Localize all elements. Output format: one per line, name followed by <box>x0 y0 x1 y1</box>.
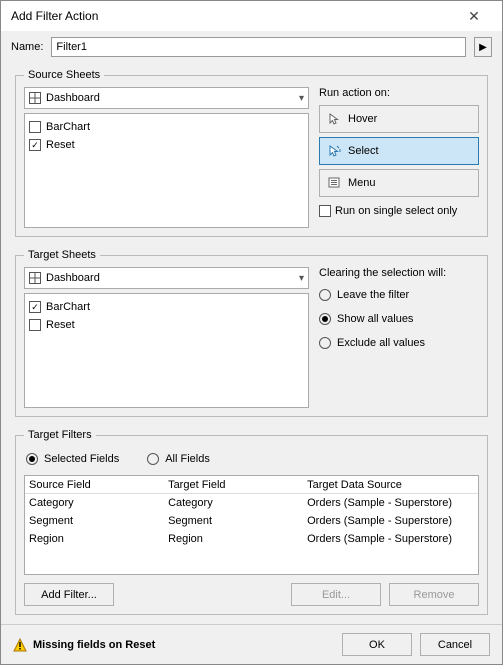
list-item[interactable]: BarChart <box>29 118 304 136</box>
name-options-button[interactable]: ▶ <box>474 37 492 57</box>
add-filter-button[interactable]: Add Filter... <box>24 583 114 606</box>
radio-show-all[interactable]: Show all values <box>319 309 479 329</box>
target-filters-group: Target Filters Selected Fields All Field… <box>15 429 488 615</box>
ok-button[interactable]: OK <box>342 633 412 656</box>
source-sheets-legend: Source Sheets <box>24 69 104 81</box>
item-label: BarChart <box>46 121 90 133</box>
source-sheets-group: Source Sheets Dashboard ▾ BarChart <box>15 69 488 237</box>
select-button[interactable]: Select <box>319 137 479 165</box>
checkbox-icon[interactable] <box>29 319 41 331</box>
menu-icon <box>328 176 342 190</box>
titlebar: Add Filter Action ✕ <box>1 1 502 31</box>
radio-label: All Fields <box>165 453 210 465</box>
source-dashboard-text: Dashboard <box>46 92 299 104</box>
col-source-field: Source Field <box>29 479 168 491</box>
source-sheets-list[interactable]: BarChart ✓ Reset <box>24 113 309 228</box>
name-label: Name: <box>11 41 43 53</box>
radio-exclude-all[interactable]: Exclude all values <box>319 333 479 353</box>
cell: Orders (Sample - Superstore) <box>307 515 474 527</box>
run-action-label: Run action on: <box>319 87 479 99</box>
status-area: Missing fields on Reset <box>13 638 334 652</box>
single-select-row[interactable]: Run on single select only <box>319 205 479 217</box>
chevron-down-icon: ▾ <box>299 93 304 104</box>
hover-label: Hover <box>348 113 377 125</box>
chevron-right-icon: ▶ <box>479 42 487 53</box>
col-target-data-source: Target Data Source <box>307 479 474 491</box>
cell: Orders (Sample - Superstore) <box>307 497 474 509</box>
cell: Segment <box>168 515 307 527</box>
radio-label: Leave the filter <box>337 289 409 301</box>
dialog-window: Add Filter Action ✕ Name: ▶ Source Sheet… <box>0 0 503 665</box>
footer: Missing fields on Reset OK Cancel <box>1 624 502 664</box>
radio-selected-fields[interactable]: Selected Fields <box>26 449 119 469</box>
radio-all-fields[interactable]: All Fields <box>147 449 210 469</box>
warning-icon <box>13 638 27 652</box>
hover-cursor-icon <box>328 112 342 126</box>
radio-icon[interactable] <box>319 313 331 325</box>
radio-label: Show all values <box>337 313 413 325</box>
menu-button[interactable]: Menu <box>319 169 479 197</box>
item-label: Reset <box>46 319 75 331</box>
cell: Category <box>168 497 307 509</box>
radio-leave-filter[interactable]: Leave the filter <box>319 285 479 305</box>
dialog-body: Name: ▶ Source Sheets Dashboard ▾ <box>1 31 502 624</box>
cell: Segment <box>29 515 168 527</box>
table-row[interactable]: Category Category Orders (Sample - Super… <box>25 494 478 512</box>
checkbox-icon[interactable]: ✓ <box>29 139 41 151</box>
target-dashboard-dropdown[interactable]: Dashboard ▾ <box>24 267 309 289</box>
list-item[interactable]: ✓ BarChart <box>29 298 304 316</box>
dashboard-icon <box>29 272 41 284</box>
name-row: Name: ▶ <box>11 37 492 57</box>
filters-table[interactable]: Source Field Target Field Target Data So… <box>24 475 479 575</box>
radio-icon[interactable] <box>147 453 159 465</box>
radio-label: Selected Fields <box>44 453 119 465</box>
cell: Region <box>168 533 307 545</box>
target-sheets-group: Target Sheets Dashboard ▾ ✓ BarChart <box>15 249 488 417</box>
radio-icon[interactable] <box>319 289 331 301</box>
target-filters-legend: Target Filters <box>24 429 96 441</box>
cell: Category <box>29 497 168 509</box>
target-dashboard-text: Dashboard <box>46 272 299 284</box>
checkbox-icon[interactable] <box>29 121 41 133</box>
single-select-label: Run on single select only <box>335 205 457 217</box>
target-sheets-list[interactable]: ✓ BarChart Reset <box>24 293 309 408</box>
select-cursor-icon <box>328 144 342 158</box>
radio-icon[interactable] <box>319 337 331 349</box>
remove-button[interactable]: Remove <box>389 583 479 606</box>
menu-label: Menu <box>348 177 376 189</box>
clearing-label: Clearing the selection will: <box>319 267 479 279</box>
table-header: Source Field Target Field Target Data So… <box>25 476 478 494</box>
radio-label: Exclude all values <box>337 337 425 349</box>
chevron-down-icon: ▾ <box>299 273 304 284</box>
status-text: Missing fields on Reset <box>33 639 155 651</box>
col-target-field: Target Field <box>168 479 307 491</box>
cancel-button[interactable]: Cancel <box>420 633 490 656</box>
select-label: Select <box>348 145 379 157</box>
dashboard-icon <box>29 92 41 104</box>
list-item[interactable]: Reset <box>29 316 304 334</box>
edit-button[interactable]: Edit... <box>291 583 381 606</box>
cell: Region <box>29 533 168 545</box>
table-row[interactable]: Segment Segment Orders (Sample - Superst… <box>25 512 478 530</box>
item-label: BarChart <box>46 301 90 313</box>
item-label: Reset <box>46 139 75 151</box>
target-sheets-legend: Target Sheets <box>24 249 100 261</box>
source-dashboard-dropdown[interactable]: Dashboard ▾ <box>24 87 309 109</box>
list-item[interactable]: ✓ Reset <box>29 136 304 154</box>
checkbox-icon[interactable] <box>319 205 331 217</box>
hover-button[interactable]: Hover <box>319 105 479 133</box>
checkbox-icon[interactable]: ✓ <box>29 301 41 313</box>
window-title: Add Filter Action <box>11 9 454 23</box>
cell: Orders (Sample - Superstore) <box>307 533 474 545</box>
close-icon[interactable]: ✕ <box>454 8 494 25</box>
name-input[interactable] <box>51 37 466 57</box>
radio-icon[interactable] <box>26 453 38 465</box>
table-row[interactable]: Region Region Orders (Sample - Superstor… <box>25 530 478 548</box>
